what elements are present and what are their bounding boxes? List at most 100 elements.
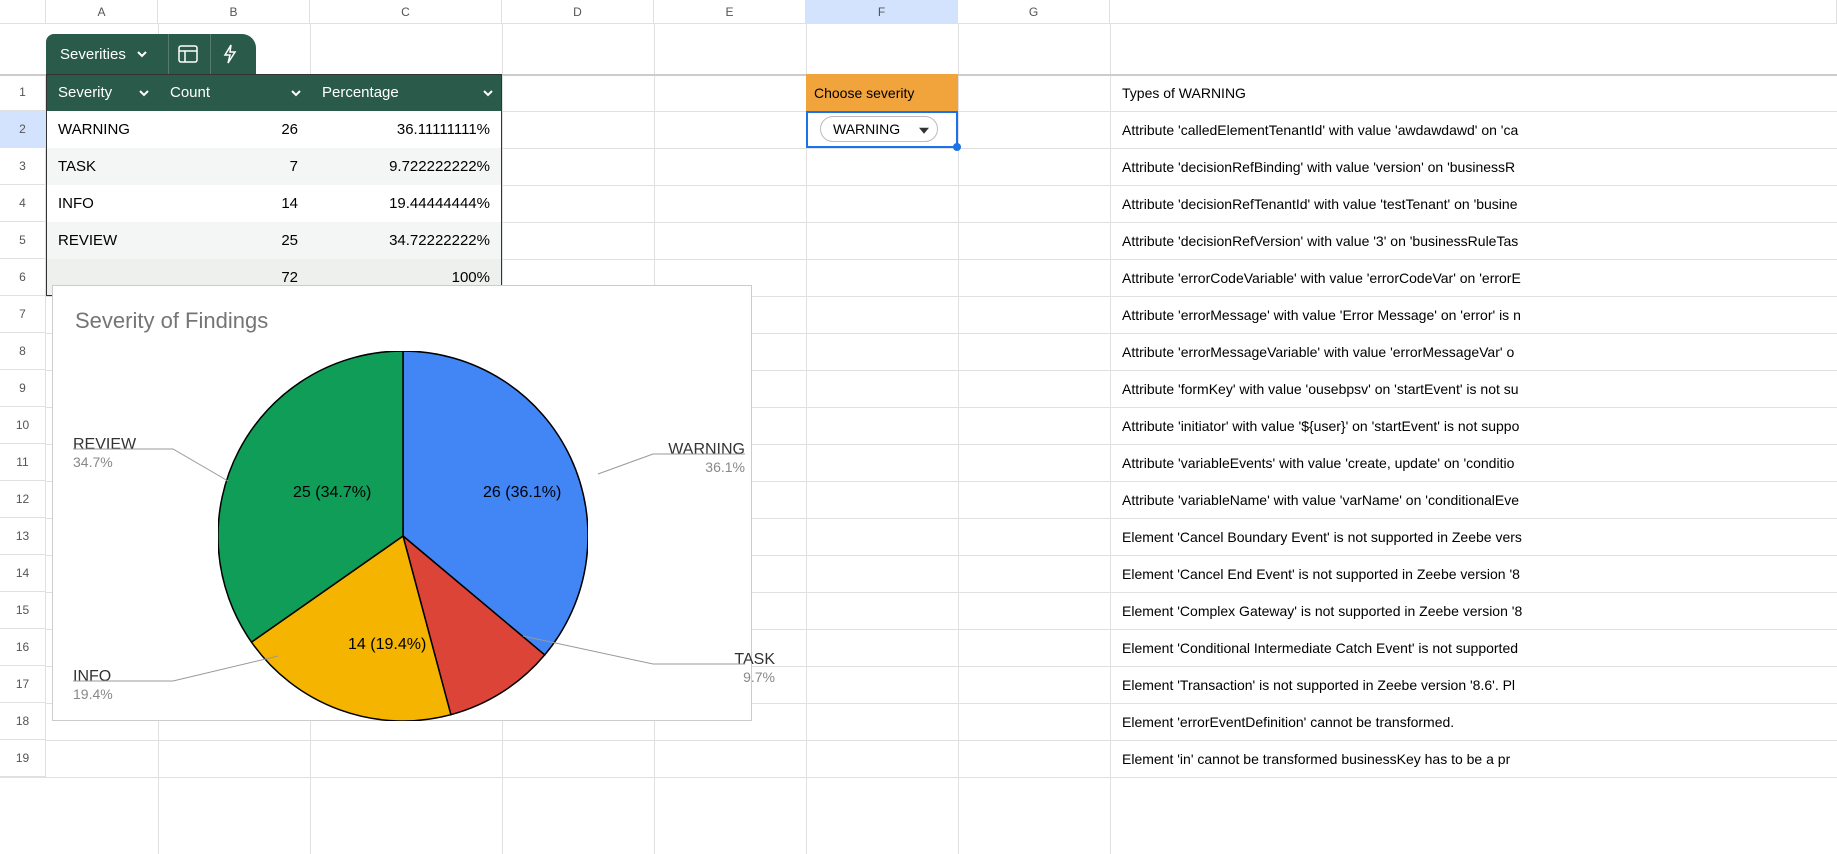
- message-cell[interactable]: Attribute 'variableEvents' with value 'c…: [1116, 444, 1837, 481]
- message-text: Element 'Cancel Boundary Event' is not s…: [1122, 529, 1522, 545]
- table-row[interactable]: WARNING 26 36.11111111%: [46, 111, 502, 148]
- cell-severity: TASK: [46, 148, 158, 185]
- table-row[interactable]: TASK 7 9.722222222%: [46, 148, 502, 185]
- row-header-2[interactable]: 2: [0, 111, 46, 148]
- message-text: Element 'Cancel End Event' is not suppor…: [1122, 566, 1520, 582]
- col-header-A[interactable]: A: [46, 0, 158, 24]
- table-tab-bar: Severities: [46, 34, 256, 74]
- cell-pct: 36.11111111%: [310, 111, 502, 148]
- table-tab[interactable]: Severities: [46, 34, 162, 74]
- message-cell[interactable]: Attribute 'calledElementTenantId' with v…: [1116, 111, 1837, 148]
- row-header-12[interactable]: 12: [0, 481, 46, 518]
- row-header-11[interactable]: 11: [0, 444, 46, 481]
- table-header-severity[interactable]: Severity: [46, 74, 158, 111]
- message-text: Attribute 'errorCodeVariable' with value…: [1122, 270, 1521, 286]
- row-header-8[interactable]: 8: [0, 333, 46, 370]
- message-cell[interactable]: Attribute 'decisionRefBinding' with valu…: [1116, 148, 1837, 185]
- col-header-rest: [1110, 0, 1837, 24]
- choose-severity-label: Choose severity: [814, 85, 914, 101]
- cell-severity: INFO: [46, 185, 158, 222]
- severity-dropdown-value: WARNING: [833, 121, 900, 137]
- message-text: Attribute 'variableName' with value 'var…: [1122, 492, 1519, 508]
- table-header-count[interactable]: Count: [158, 74, 310, 111]
- message-text: Element 'in' cannot be transformed busin…: [1122, 751, 1510, 767]
- chevron-down-icon: [138, 87, 150, 99]
- row-header-1[interactable]: 1: [0, 74, 46, 111]
- row-header-7[interactable]: 7: [0, 296, 46, 333]
- table-row[interactable]: INFO 14 19.44444444%: [46, 185, 502, 222]
- row-header-16[interactable]: 16: [0, 629, 46, 666]
- message-cell[interactable]: Element 'Cancel End Event' is not suppor…: [1116, 555, 1837, 592]
- row-header-10[interactable]: 10: [0, 407, 46, 444]
- message-text: Attribute 'errorMessageVariable' with va…: [1122, 344, 1514, 360]
- message-cell[interactable]: Element 'errorEventDefinition' cannot be…: [1116, 703, 1837, 740]
- message-cell[interactable]: Element 'in' cannot be transformed busin…: [1116, 740, 1837, 777]
- col-header-F[interactable]: F: [806, 0, 958, 24]
- lightning-icon[interactable]: [210, 34, 250, 74]
- cell-severity: REVIEW: [46, 222, 158, 259]
- row-header-15[interactable]: 15: [0, 592, 46, 629]
- table-row[interactable]: REVIEW 25 34.72222222%: [46, 222, 502, 259]
- gridline: [0, 777, 1837, 778]
- fill-handle[interactable]: [953, 143, 961, 151]
- row-header-5[interactable]: 5: [0, 222, 46, 259]
- message-cell[interactable]: Attribute 'decisionRefTenantId' with val…: [1116, 185, 1837, 222]
- col-header-B[interactable]: B: [158, 0, 310, 24]
- message-cell[interactable]: Attribute 'variableName' with value 'var…: [1116, 481, 1837, 518]
- table-group-icon[interactable]: [168, 34, 208, 74]
- cell-pct: 9.722222222%: [310, 148, 502, 185]
- message-cell[interactable]: Attribute 'errorCodeVariable' with value…: [1116, 259, 1837, 296]
- cell-count: 25: [158, 222, 310, 259]
- message-text: Attribute 'initiator' with value '${user…: [1122, 418, 1519, 434]
- table-header-percentage[interactable]: Percentage: [310, 74, 502, 111]
- row-header-3[interactable]: 3: [0, 148, 46, 185]
- message-cell[interactable]: Element 'Cancel Boundary Event' is not s…: [1116, 518, 1837, 555]
- message-text: Attribute 'decisionRefBinding' with valu…: [1122, 159, 1515, 175]
- message-text: Attribute 'errorMessage' with value 'Err…: [1122, 307, 1521, 323]
- message-cell[interactable]: Element 'Complex Gateway' is not support…: [1116, 592, 1837, 629]
- choose-severity-label-cell[interactable]: Choose severity: [806, 74, 958, 111]
- message-cell[interactable]: Element 'Transaction' is not supported i…: [1116, 666, 1837, 703]
- leader-lines: [53, 286, 753, 722]
- types-header-label: Types of WARNING: [1122, 85, 1246, 101]
- row-header-9[interactable]: 9: [0, 370, 46, 407]
- chevron-down-icon: [482, 87, 494, 99]
- row-header-4[interactable]: 4: [0, 185, 46, 222]
- gridline: [1110, 24, 1111, 854]
- select-all-corner[interactable]: [0, 0, 46, 24]
- severity-dropdown[interactable]: WARNING: [820, 116, 938, 142]
- cell-count: 26: [158, 111, 310, 148]
- table-header-label: Severity: [58, 84, 112, 101]
- gridline: [806, 24, 807, 854]
- message-cell[interactable]: Attribute 'errorMessage' with value 'Err…: [1116, 296, 1837, 333]
- row-header-19[interactable]: 19: [0, 740, 46, 777]
- message-text: Attribute 'variableEvents' with value 'c…: [1122, 455, 1514, 471]
- row-header-18[interactable]: 18: [0, 703, 46, 740]
- message-text: Attribute 'decisionRefVersion' with valu…: [1122, 233, 1518, 249]
- row-header-17[interactable]: 17: [0, 666, 46, 703]
- message-text: Element 'Complex Gateway' is not support…: [1122, 603, 1522, 619]
- message-text: Element 'Transaction' is not supported i…: [1122, 677, 1515, 693]
- message-text: Element 'errorEventDefinition' cannot be…: [1122, 714, 1454, 730]
- message-text: Element 'Conditional Intermediate Catch …: [1122, 640, 1518, 656]
- row-header-14[interactable]: 14: [0, 555, 46, 592]
- col-header-C[interactable]: C: [310, 0, 502, 24]
- chevron-down-icon: [290, 87, 302, 99]
- chevron-down-icon: [136, 48, 148, 60]
- message-cell[interactable]: Attribute 'formKey' with value 'ousebpsv…: [1116, 370, 1837, 407]
- message-cell[interactable]: Attribute 'decisionRefVersion' with valu…: [1116, 222, 1837, 259]
- message-cell[interactable]: Element 'Conditional Intermediate Catch …: [1116, 629, 1837, 666]
- cell-count: 14: [158, 185, 310, 222]
- severity-pie-chart[interactable]: Severity of Findings26 (36.1%)14 (19.4%)…: [52, 285, 752, 721]
- col-header-D[interactable]: D: [502, 0, 654, 24]
- row-header-13[interactable]: 13: [0, 518, 46, 555]
- message-cell[interactable]: Attribute 'errorMessageVariable' with va…: [1116, 333, 1837, 370]
- col-header-G[interactable]: G: [958, 0, 1110, 24]
- types-header-cell[interactable]: Types of WARNING: [1116, 74, 1837, 111]
- col-header-E[interactable]: E: [654, 0, 806, 24]
- row-header-6[interactable]: 6: [0, 259, 46, 296]
- table-header-row: Severity Count Percentage: [46, 74, 502, 111]
- gridline: [958, 24, 959, 854]
- message-cell[interactable]: Attribute 'initiator' with value '${user…: [1116, 407, 1837, 444]
- table-tab-label: Severities: [60, 46, 126, 63]
